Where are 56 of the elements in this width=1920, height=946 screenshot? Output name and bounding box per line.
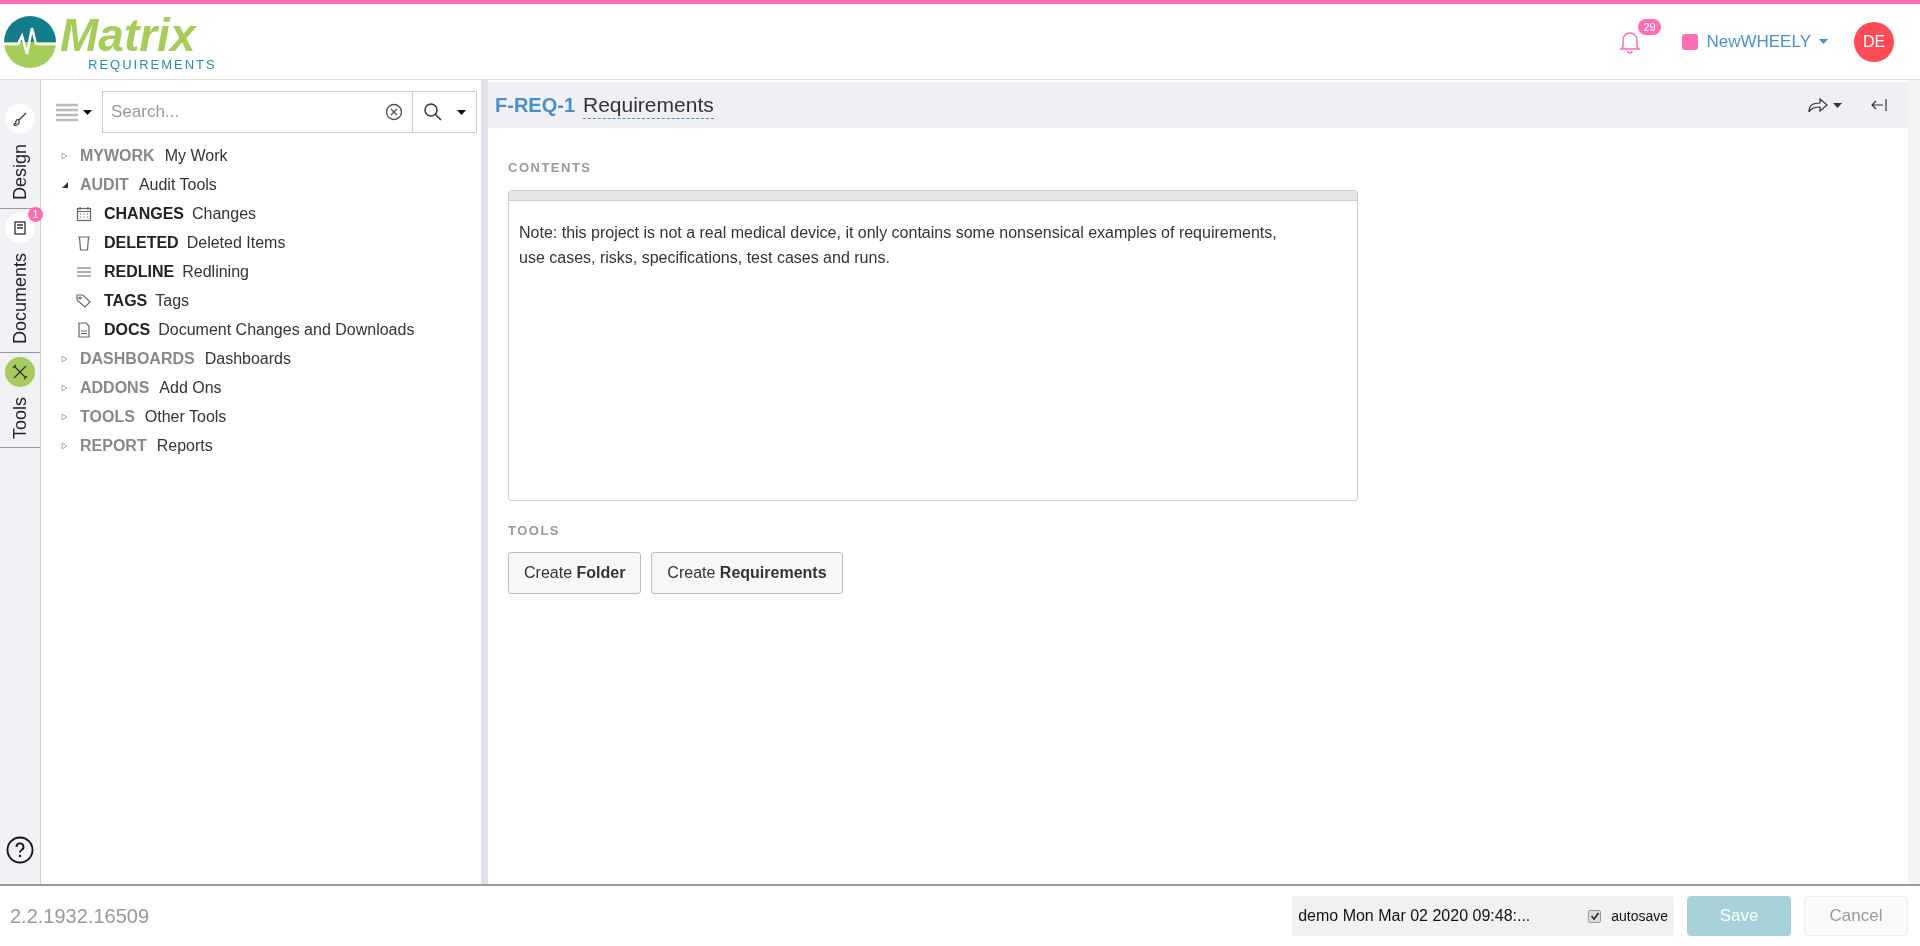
check-icon — [1589, 911, 1600, 921]
tree-item[interactable]: ADDONS Add Ons — [51, 373, 477, 402]
rail-tab[interactable]: Tools — [6, 397, 34, 440]
share-button[interactable] — [1807, 96, 1842, 114]
tree-item[interactable]: DELETED Deleted Items — [51, 228, 477, 257]
rail-badge: 1 — [28, 207, 43, 223]
rail-tab[interactable]: Design — [6, 144, 34, 201]
tree-item[interactable]: TOOLS Other Tools — [51, 402, 477, 431]
tree-item[interactable]: CHANGES Changes — [51, 199, 477, 228]
tree-item[interactable]: REPORT Reports — [51, 431, 477, 460]
search-field[interactable]: Search... — [102, 91, 413, 133]
share-icon — [1807, 96, 1829, 114]
search-icon — [423, 102, 443, 122]
item-title[interactable]: Requirements — [583, 91, 714, 119]
collapse-icon[interactable] — [1870, 98, 1888, 112]
version-text: 2.2.1932.16509 — [10, 904, 150, 929]
help-icon[interactable] — [6, 836, 34, 864]
tool-button[interactable]: Create Requirements — [651, 552, 843, 594]
collapsed-icon — [61, 412, 69, 421]
caret-icon — [83, 109, 92, 115]
notification-badge: 29 — [1638, 18, 1661, 35]
caret-icon — [1819, 39, 1828, 44]
trash-icon — [75, 233, 93, 252]
caret-icon — [457, 109, 466, 115]
tree-item[interactable]: AUDIT Audit Tools — [51, 170, 477, 199]
tree-item[interactable]: DASHBOARDS Dashboards — [51, 344, 477, 373]
autosave-checkbox[interactable] — [1588, 909, 1602, 923]
expanded-icon — [61, 180, 69, 189]
collapsed-icon — [61, 354, 69, 363]
tree-item[interactable]: DOCS Document Changes and Downloads — [51, 315, 477, 344]
document-icon — [75, 320, 93, 339]
tree-item[interactable]: MYWORK My Work — [51, 141, 477, 170]
contents-text: Note: this project is not a real medical device, it only contains some nonsensical examples of requirements, use cases, risks, specifications, test cases and runs. — [518, 222, 1278, 268]
autosave-label: autosave — [1611, 906, 1668, 926]
collapsed-icon — [61, 151, 69, 160]
search-button[interactable] — [413, 91, 477, 133]
logo-title: Matrix — [60, 12, 197, 58]
calendar-icon — [75, 204, 93, 223]
tree-item[interactable]: TAGS Tags — [51, 286, 477, 315]
item-id: F-REQ-1 — [495, 93, 575, 118]
clear-icon[interactable] — [385, 103, 403, 121]
tag-icon — [75, 291, 93, 310]
logo-icon — [4, 15, 56, 68]
logo-subtitle: REQUIREMENTS — [87, 58, 217, 71]
contents-heading: CONTENTS — [508, 159, 593, 177]
rail-tab[interactable]: Documents — [6, 253, 34, 345]
tree-item[interactable]: REDLINE Redlining — [51, 257, 477, 286]
collapsed-icon — [61, 383, 69, 392]
brush-icon — [12, 111, 28, 127]
caret-icon — [1833, 102, 1842, 108]
tools-heading: TOOLS — [508, 521, 562, 540]
tools-icon — [11, 363, 29, 382]
book-icon — [13, 220, 27, 237]
tool-button[interactable]: Create Folder — [508, 552, 642, 594]
status-text: demo Mon Mar 02 2020 09:48:... — [1298, 906, 1532, 926]
collapsed-icon — [61, 441, 69, 450]
